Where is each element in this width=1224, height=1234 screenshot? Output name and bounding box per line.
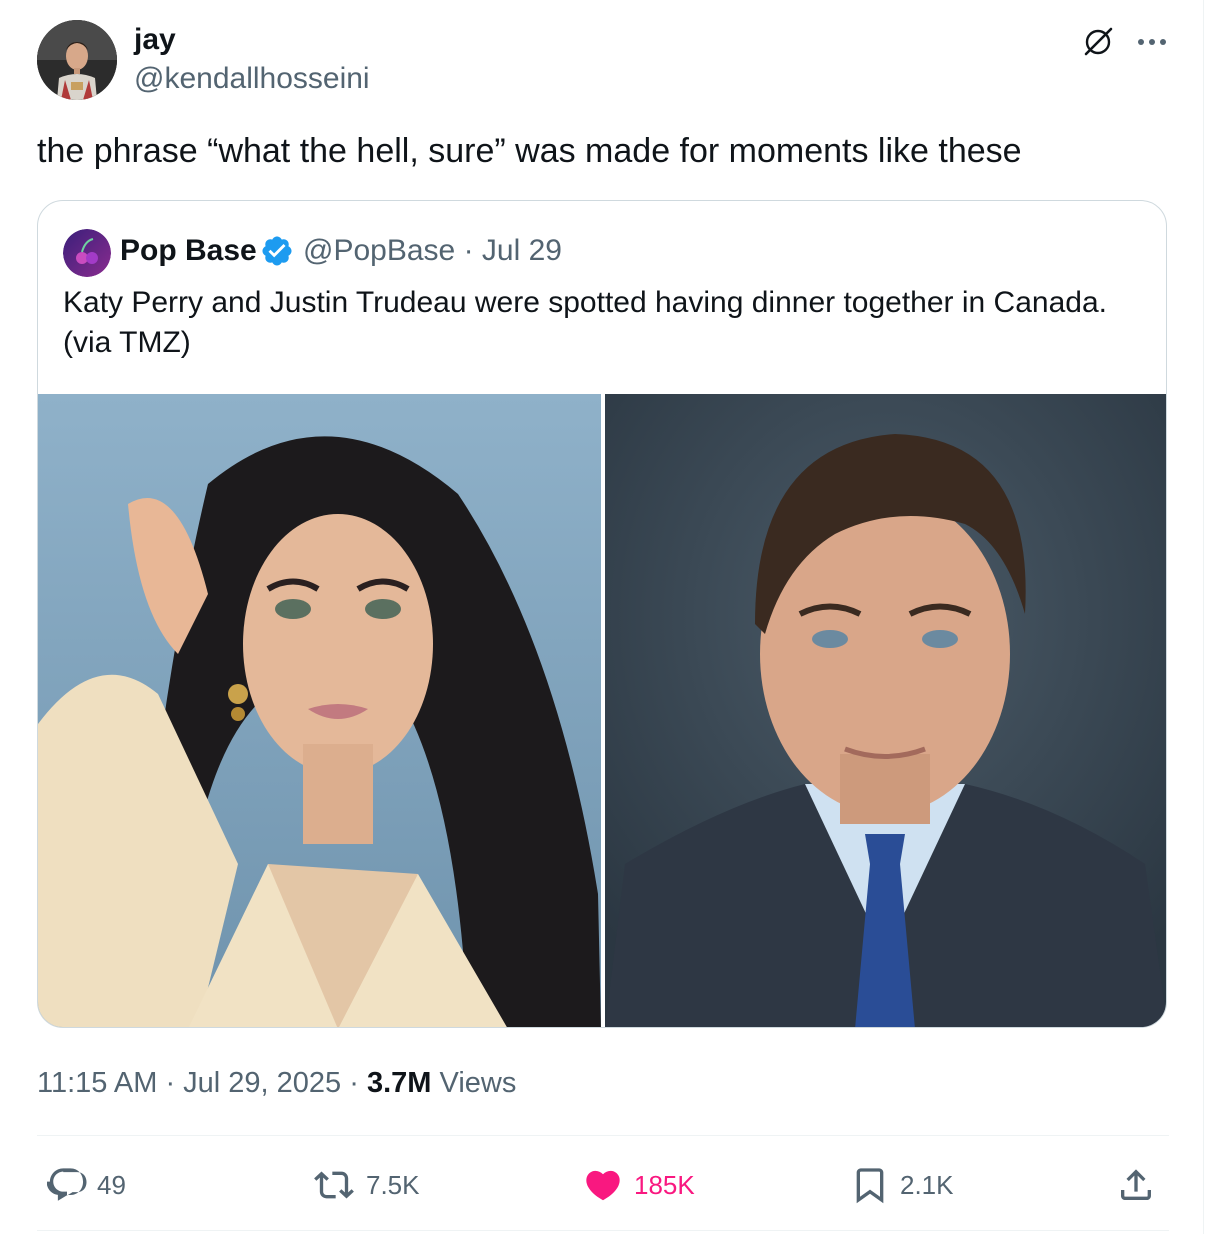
- user-avatar[interactable]: [37, 20, 117, 100]
- share-icon: [1121, 1169, 1151, 1200]
- user-handle[interactable]: @kendallhosseini: [134, 61, 370, 97]
- quote-text: Katy Perry and Justin Trudeau were spott…: [63, 286, 1107, 359]
- tweet-card: jay @kendallhosseini the phrase “what th…: [0, 0, 1204, 1234]
- tweet-time[interactable]: 11:15 AM: [37, 1067, 157, 1099]
- divider: [37, 1230, 1169, 1231]
- more-horizontal-icon[interactable]: [1132, 22, 1172, 62]
- quote-handle[interactable]: @PopBase: [303, 234, 455, 267]
- bookmark-icon: [856, 1168, 884, 1204]
- quote-meta: @PopBase · Jul 29: [303, 231, 562, 271]
- grok-icon[interactable]: [1078, 22, 1118, 62]
- quoted-tweet[interactable]: Pop Base @PopBase · Jul 29 Katy Perry an…: [37, 200, 1167, 1028]
- quote-date[interactable]: · Jul 29: [464, 234, 562, 267]
- bookmark-button[interactable]: 2.1K: [850, 1162, 954, 1208]
- divider: [37, 1135, 1169, 1136]
- photo-man[interactable]: [605, 394, 1166, 1027]
- verified-badge-icon: [260, 234, 294, 268]
- quote-avatar[interactable]: [63, 229, 111, 277]
- reply-button[interactable]: 49: [47, 1162, 126, 1208]
- bookmark-count: 2.1K: [900, 1169, 954, 1200]
- reply-icon: [47, 1168, 87, 1201]
- tweet-date[interactable]: Jul 29, 2025: [183, 1067, 341, 1099]
- share-button[interactable]: [1116, 1162, 1166, 1208]
- meta-separator: ·: [341, 1067, 367, 1099]
- repost-button[interactable]: 7.5K: [312, 1162, 420, 1208]
- quote-display-name[interactable]: Pop Base: [120, 231, 257, 271]
- tweet-meta: 11:15 AM · Jul 29, 2025 · 3.7M Views: [37, 1064, 516, 1102]
- repost-icon: [314, 1171, 354, 1199]
- heart-icon: [586, 1170, 620, 1201]
- display-name[interactable]: jay: [134, 22, 176, 58]
- tweet-text: the phrase “what the hell, sure” was mad…: [37, 132, 1022, 170]
- photo-woman[interactable]: [38, 394, 601, 1027]
- quote-media: [38, 394, 1166, 1027]
- like-button[interactable]: 185K: [582, 1162, 695, 1208]
- repost-count: 7.5K: [366, 1169, 420, 1200]
- views-count: 3.7M: [366, 1067, 432, 1099]
- views-label: Views: [431, 1067, 517, 1099]
- meta-separator: ·: [157, 1067, 184, 1099]
- like-count: 185K: [634, 1169, 695, 1200]
- reply-count: 49: [97, 1169, 126, 1200]
